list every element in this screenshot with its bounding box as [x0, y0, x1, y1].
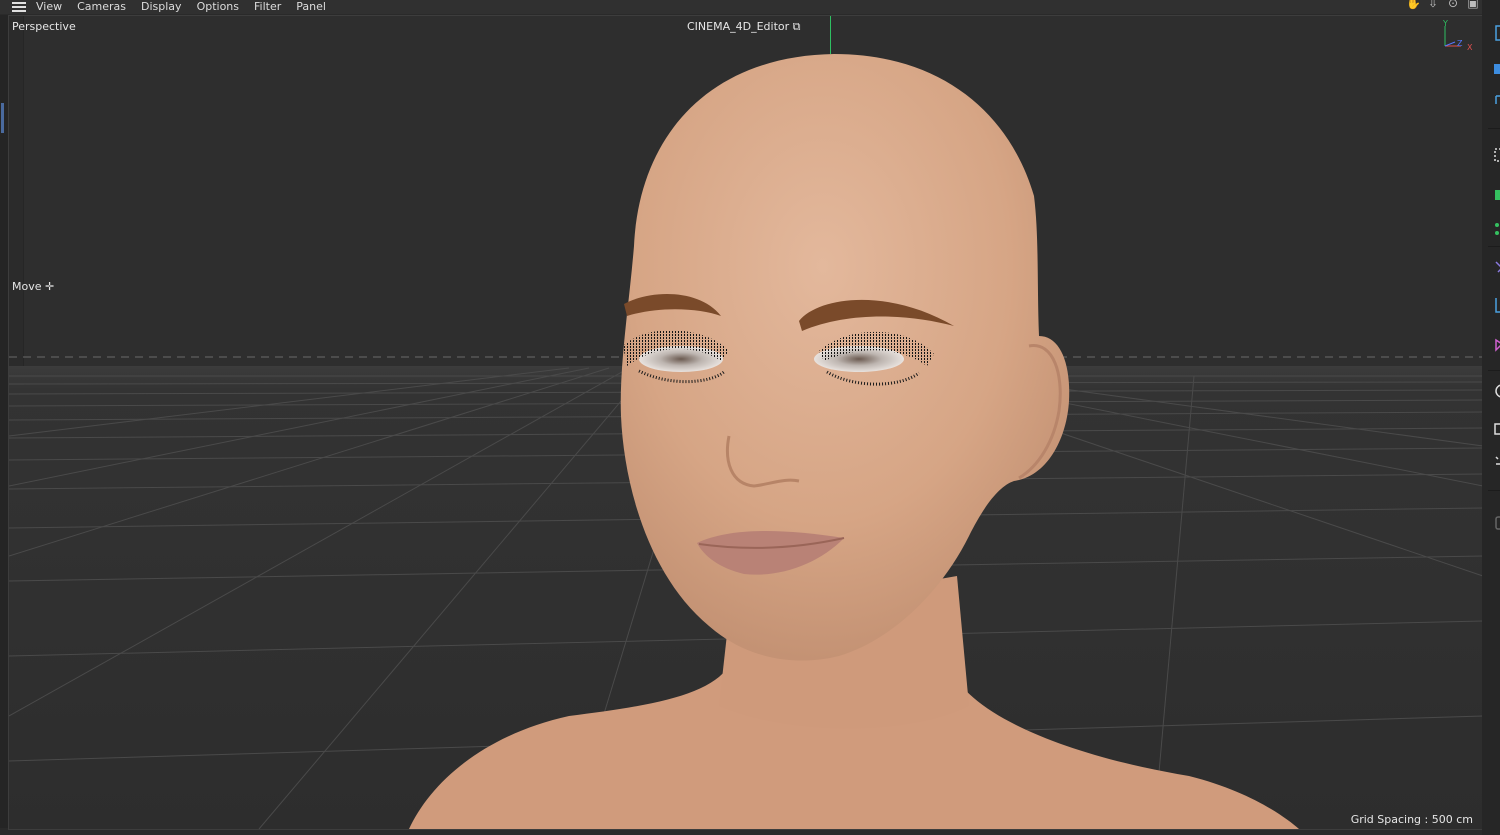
menu-view[interactable]: View	[36, 1, 62, 12]
pan-hand-icon[interactable]: ✋	[1406, 0, 1421, 10]
right-tool-panel	[1482, 0, 1500, 835]
workplane-icon[interactable]	[1488, 420, 1500, 438]
active-tool-label: Move ✛	[12, 280, 54, 293]
maximize-view-icon[interactable]: ▣	[1466, 0, 1480, 10]
polygon-icon[interactable]	[1488, 336, 1500, 354]
move-icon: ✛	[45, 280, 55, 293]
menu-options[interactable]: Options	[197, 1, 239, 12]
y-axis-line	[830, 16, 831, 54]
axis-label-x: X	[1467, 43, 1473, 52]
snap-icon[interactable]	[1488, 146, 1500, 164]
dolly-arrow-icon[interactable]: ⇩	[1426, 0, 1440, 10]
viewport-menubar: View Cameras Display Options Filter Pane…	[0, 0, 1488, 14]
grid-spacing-label: Grid Spacing : 500 cm	[1350, 813, 1473, 826]
cube-icon[interactable]	[1488, 60, 1500, 78]
axis-label-y: Y	[1442, 20, 1448, 28]
lock-icon[interactable]	[1488, 514, 1500, 532]
renderer-name: CINEMA_4D_Editor	[687, 20, 790, 33]
left-edge-strip	[0, 15, 8, 828]
menu-cameras[interactable]: Cameras	[77, 1, 126, 12]
navigation-icons: ✋ ⇩ ⊙ ▣	[1406, 0, 1480, 10]
bend-icon[interactable]	[1488, 92, 1500, 110]
scene-canvas[interactable]	[9, 16, 1483, 829]
select-box-icon[interactable]	[1488, 24, 1500, 42]
menu-panel[interactable]: Panel	[296, 1, 326, 12]
camera-label[interactable]: Perspective	[12, 20, 76, 33]
axis-icon[interactable]	[1488, 296, 1500, 314]
renderer-label[interactable]: CINEMA_4D_Editor ⧉	[687, 20, 801, 34]
renderer-menu-icon[interactable]: ⧉	[793, 20, 801, 33]
axis-label-z: Z	[1457, 39, 1463, 48]
points-icon[interactable]	[1488, 220, 1500, 238]
menu-display[interactable]: Display	[141, 1, 182, 12]
menu-filter[interactable]: Filter	[254, 1, 281, 12]
transform-icon[interactable]	[1488, 452, 1500, 470]
orbit-icon[interactable]: ⊙	[1446, 0, 1460, 10]
perspective-viewport[interactable]: Perspective CINEMA_4D_Editor ⧉ Move ✛ Y …	[8, 15, 1484, 830]
globe-icon[interactable]	[1488, 382, 1500, 400]
green-object-icon[interactable]	[1488, 186, 1500, 204]
axis-gizmo: Y Z X	[1441, 19, 1475, 54]
hamburger-menu-icon[interactable]	[12, 2, 28, 12]
tool-name: Move	[12, 280, 42, 293]
pen-icon[interactable]	[1488, 258, 1500, 276]
